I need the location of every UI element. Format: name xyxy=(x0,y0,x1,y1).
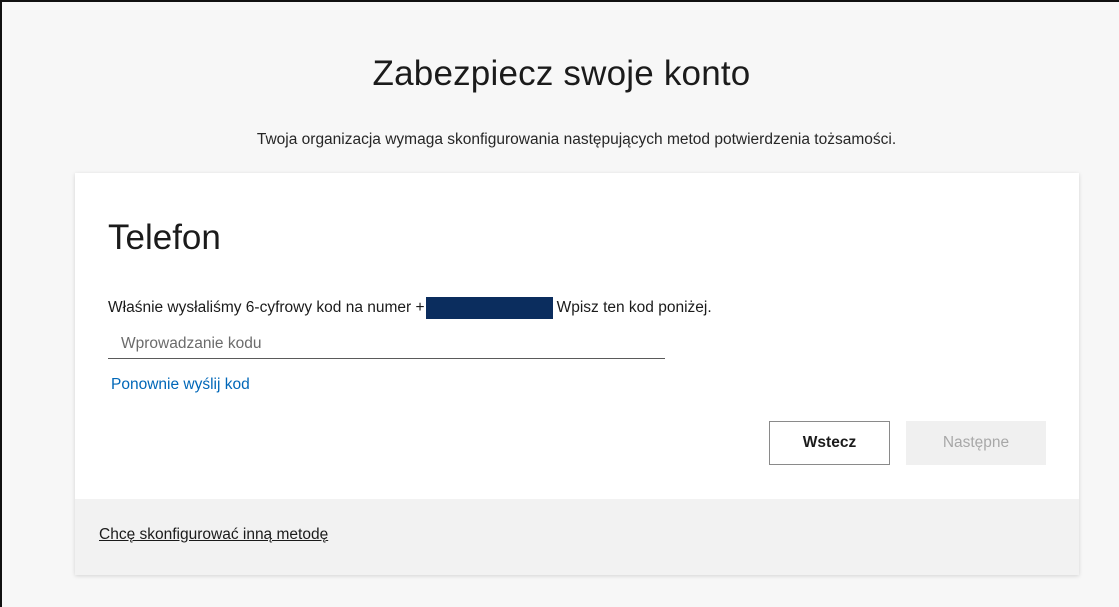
instruction-prefix: Właśnie wysłaliśmy 6-cyfrowy kod na nume… xyxy=(108,299,425,316)
resend-code-link[interactable]: Ponownie wyślij kod xyxy=(111,376,250,394)
instruction-text: Właśnie wysłaliśmy 6-cyfrowy kod na nume… xyxy=(108,297,712,319)
card-footer: Chcę skonfigurować inną metodę xyxy=(75,499,1079,575)
setup-card: Telefon Właśnie wysłaliśmy 6-cyfrowy kod… xyxy=(75,173,1079,575)
section-title: Telefon xyxy=(108,218,221,257)
redacted-phone-number xyxy=(425,297,553,319)
instruction-suffix: Wpisz ten kod poniżej. xyxy=(556,299,712,316)
alternate-method-link[interactable]: Chcę skonfigurować inną metodę xyxy=(99,526,328,544)
page-title: Zabezpiecz swoje konto xyxy=(372,54,751,93)
app-window: Zabezpiecz swoje konto Twoja organizacja… xyxy=(0,0,1119,607)
page-subtitle: Twoja organizacja wymaga skonfigurowania… xyxy=(256,131,897,148)
next-button[interactable]: Następne xyxy=(906,421,1046,465)
back-button[interactable]: Wstecz xyxy=(769,421,890,465)
code-input[interactable] xyxy=(108,329,665,359)
